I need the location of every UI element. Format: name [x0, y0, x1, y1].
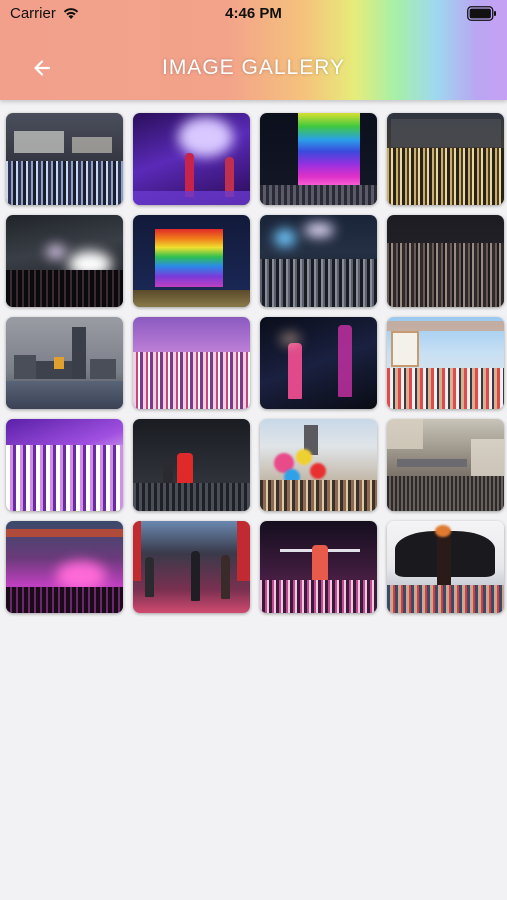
gallery-image[interactable]: [133, 113, 250, 205]
gallery-image[interactable]: [260, 215, 377, 307]
gallery-image[interactable]: [6, 419, 123, 511]
gallery-image[interactable]: [133, 215, 250, 307]
gallery-image[interactable]: [133, 521, 250, 613]
gallery-image[interactable]: [133, 317, 250, 409]
page-title: IMAGE GALLERY: [161, 56, 345, 79]
gallery-image[interactable]: [260, 419, 377, 511]
gallery-image[interactable]: [260, 317, 377, 409]
nav-bar: IMAGE GALLERY: [0, 44, 507, 94]
gallery-image[interactable]: [6, 215, 123, 307]
gallery-image[interactable]: [260, 521, 377, 613]
image-grid: [6, 113, 504, 613]
gallery-image[interactable]: [6, 317, 123, 409]
gallery-image[interactable]: [6, 113, 123, 205]
gallery-image[interactable]: [387, 317, 504, 409]
status-bar: Carrier 4:46 PM: [0, 0, 507, 28]
header-bar: Carrier 4:46 PM IMAGE GALLERY: [0, 0, 507, 100]
gallery-image[interactable]: [387, 215, 504, 307]
gallery-image[interactable]: [260, 113, 377, 205]
gallery-image[interactable]: [133, 419, 250, 511]
gallery-image[interactable]: [387, 419, 504, 511]
gallery-image[interactable]: [6, 521, 123, 613]
gallery-image[interactable]: [387, 113, 504, 205]
battery-icon: [467, 6, 496, 21]
gallery-image[interactable]: [387, 521, 504, 613]
clock: 4:46 PM: [225, 5, 282, 22]
